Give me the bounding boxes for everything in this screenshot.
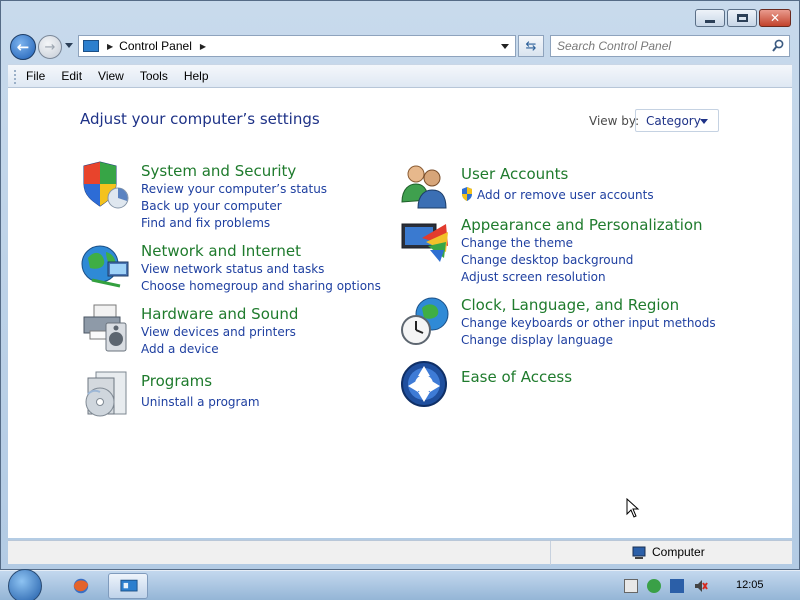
address-bar[interactable]: ▶ Control Panel ▶ <box>78 35 516 57</box>
recent-pages-dropdown[interactable] <box>65 43 73 48</box>
back-arrow-icon: ← <box>16 38 30 56</box>
view-by-dropdown[interactable]: Category <box>635 109 719 132</box>
forward-button[interactable]: → <box>38 35 62 59</box>
menu-help[interactable]: Help <box>184 69 209 83</box>
programs-disc-icon <box>85 371 127 417</box>
monitor-palette-icon <box>401 223 448 262</box>
status-divider <box>550 541 551 565</box>
taskbar-clock[interactable]: 12:05 <box>736 579 764 591</box>
uac-shield-icon <box>462 187 472 201</box>
page-title: Adjust your computer’s settings <box>80 110 320 128</box>
category-title[interactable]: Network and Internet <box>141 242 301 260</box>
close-icon: ✕ <box>769 11 781 25</box>
caption-buttons: ✕ <box>695 9 791 27</box>
menu-file[interactable]: File <box>26 69 45 83</box>
forward-arrow-icon: → <box>44 39 56 55</box>
view-by-value: Category <box>646 113 701 128</box>
security-check-icon[interactable] <box>647 579 661 593</box>
navigation-row: ← → ▶ Control Panel ▶ ⇆ <box>8 32 792 60</box>
category-title[interactable]: Hardware and Sound <box>141 305 298 323</box>
search-input[interactable] <box>557 37 767 55</box>
status-location: Computer <box>652 545 705 559</box>
maximize-icon <box>736 14 748 22</box>
volume-muted-icon[interactable] <box>694 579 708 593</box>
network-globe-icon <box>81 245 129 288</box>
link-change-theme[interactable]: Change the theme <box>461 236 573 250</box>
minimize-icon <box>705 19 715 23</box>
link-keyboards-input[interactable]: Change keyboards or other input methods <box>461 316 716 330</box>
category-title[interactable]: Ease of Access <box>461 368 572 386</box>
category-title[interactable]: Appearance and Personalization <box>461 216 703 234</box>
taskbar: 12:05 <box>0 569 800 600</box>
link-desktop-background[interactable]: Change desktop background <box>461 253 633 267</box>
start-button[interactable] <box>8 569 42 600</box>
link-display-language[interactable]: Change display language <box>461 333 613 347</box>
control-panel-icon <box>83 40 99 52</box>
action-center-icon[interactable] <box>624 579 638 593</box>
network-icon[interactable] <box>670 579 684 593</box>
refresh-icon: ⇆ <box>525 38 537 54</box>
taskbar-firefox[interactable] <box>62 573 100 599</box>
breadcrumb-chevron-icon[interactable]: ▶ <box>107 42 113 51</box>
printer-speaker-icon <box>83 304 127 352</box>
taskbar-control-panel[interactable] <box>108 573 148 599</box>
maximize-button[interactable] <box>727 9 757 27</box>
menu-edit[interactable]: Edit <box>61 69 82 83</box>
refresh-button[interactable]: ⇆ <box>518 35 544 57</box>
back-button[interactable]: ← <box>10 34 36 60</box>
category-title[interactable]: User Accounts <box>461 165 568 183</box>
address-dropdown-icon[interactable] <box>501 44 509 49</box>
computer-icon <box>632 546 646 559</box>
category-title[interactable]: System and Security <box>141 162 296 180</box>
chevron-down-icon <box>700 119 708 124</box>
search-icon[interactable] <box>772 39 784 53</box>
menu-grip <box>14 70 16 84</box>
link-add-device[interactable]: Add a device <box>141 342 219 356</box>
search-box[interactable] <box>550 35 790 57</box>
firefox-icon <box>73 578 89 594</box>
minimize-button[interactable] <box>695 9 725 27</box>
link-backup[interactable]: Back up your computer <box>141 199 282 213</box>
breadcrumb-chevron-icon[interactable]: ▶ <box>200 42 206 51</box>
close-button[interactable]: ✕ <box>759 9 791 27</box>
breadcrumb-control-panel[interactable]: Control Panel <box>119 39 192 53</box>
content-area: Adjust your computer’s settings View by:… <box>8 88 792 538</box>
users-icon <box>401 165 447 209</box>
clock-globe-icon <box>401 297 449 345</box>
view-by-label: View by: <box>589 114 640 128</box>
link-devices-printers[interactable]: View devices and printers <box>141 325 296 339</box>
menu-bar: File Edit View Tools Help <box>8 64 792 88</box>
control-panel-icon <box>120 579 138 592</box>
link-uninstall[interactable]: Uninstall a program <box>141 395 260 409</box>
link-review-status[interactable]: Review your computer’s status <box>141 182 327 196</box>
link-network-status[interactable]: View network status and tasks <box>141 262 324 276</box>
menu-tools[interactable]: Tools <box>140 69 168 83</box>
category-title[interactable]: Clock, Language, and Region <box>461 296 679 314</box>
mouse-cursor-icon <box>626 498 640 518</box>
link-add-remove-accounts[interactable]: Add or remove user accounts <box>477 188 654 202</box>
ease-of-access-icon <box>401 361 447 407</box>
link-homegroup[interactable]: Choose homegroup and sharing options <box>141 279 381 293</box>
status-bar: Computer <box>8 540 792 565</box>
shield-icon <box>83 161 129 209</box>
link-screen-resolution[interactable]: Adjust screen resolution <box>461 270 606 284</box>
category-title[interactable]: Programs <box>141 372 212 390</box>
link-find-fix[interactable]: Find and fix problems <box>141 216 270 230</box>
menu-view[interactable]: View <box>98 69 124 83</box>
